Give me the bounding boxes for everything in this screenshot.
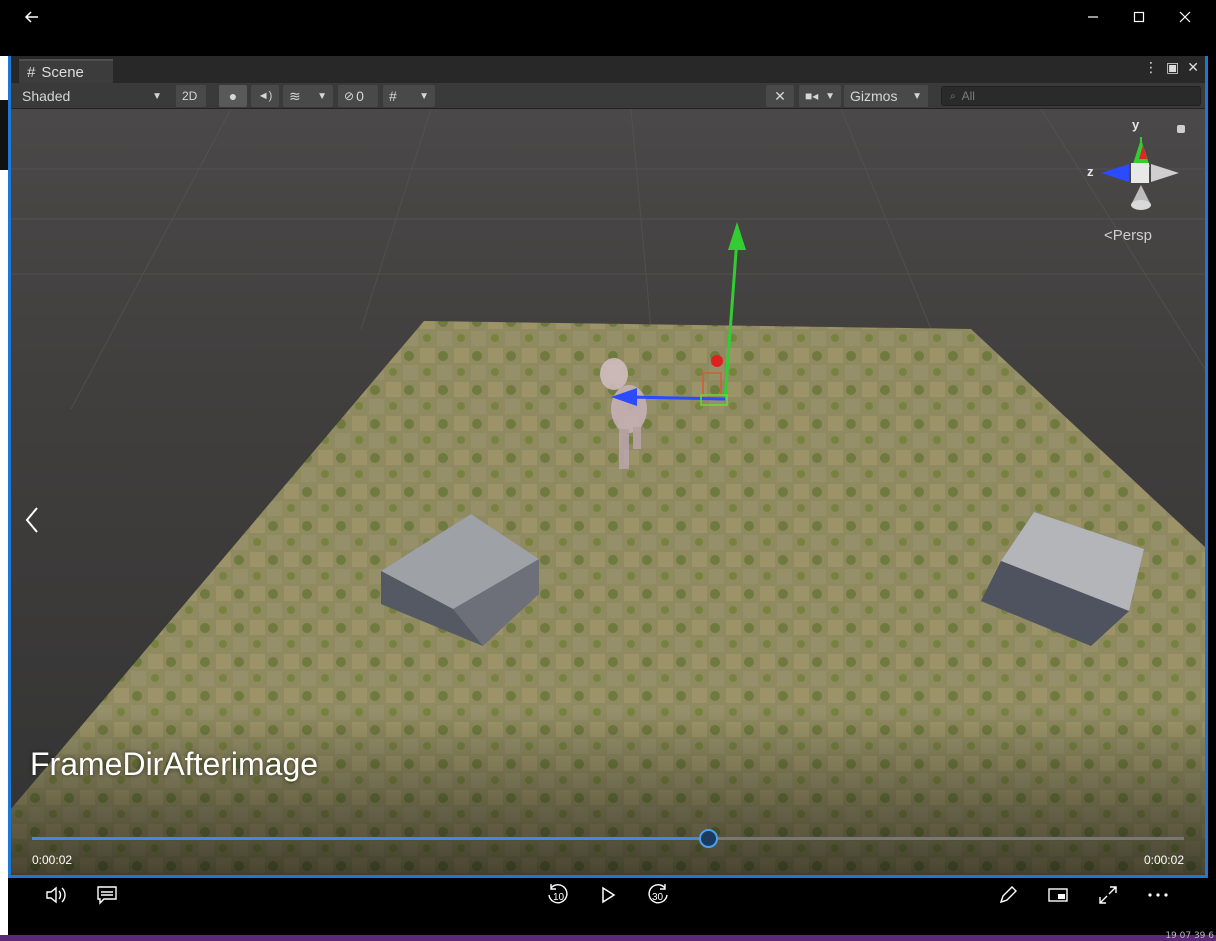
video-title: FrameDirAfterimage	[30, 746, 319, 782]
chevron-down-icon: ▼	[825, 90, 835, 102]
layers-icon: ≋	[289, 87, 301, 104]
shading-mode-dropdown: Shaded ▼	[16, 85, 168, 107]
projection-label-text: Persp	[1112, 227, 1152, 244]
shading-mode-label: Shaded	[22, 88, 71, 104]
hierarchy-search-field: ⌕ All	[941, 86, 1201, 106]
bulb-icon: ●	[228, 88, 238, 104]
close-icon	[1179, 11, 1191, 23]
chevron-down-icon: ▼	[912, 90, 922, 102]
search-placeholder: All	[961, 89, 975, 103]
captions-icon	[97, 885, 117, 905]
grid-icon: #	[27, 63, 36, 81]
gizmos-label: Gizmos	[850, 88, 898, 104]
volume-icon	[46, 886, 66, 903]
chevron-down-icon: ▼	[419, 90, 429, 102]
unity-tab-bar: # Scene ⋮ ▣ ✕	[11, 56, 1205, 83]
more-icon	[1148, 892, 1168, 897]
play-button[interactable]	[590, 878, 626, 911]
speaker-icon: ◄)	[257, 90, 273, 102]
lighting-toggle: ●	[219, 85, 247, 107]
taskbar-strip	[0, 935, 1216, 941]
background-window-edge	[0, 56, 8, 936]
expand-icon	[1099, 885, 1117, 904]
tools-icon: ✕	[774, 87, 786, 104]
maximize-icon	[1133, 11, 1145, 23]
playback-controls: 10 30	[8, 878, 1208, 911]
time-elapsed: 0:00:02	[32, 853, 73, 867]
captions-button[interactable]	[89, 878, 125, 911]
tab-actions: ⋮ ▣ ✕	[1144, 60, 1199, 76]
chevron-left-icon	[25, 507, 38, 533]
search-icon: ⌕	[950, 90, 956, 102]
seek-bar[interactable]	[32, 829, 1184, 848]
close-button[interactable]	[1162, 0, 1208, 34]
title-bar	[0, 0, 1216, 34]
pen-icon	[999, 885, 1017, 903]
seek-bar-progress	[32, 837, 710, 840]
play-icon	[602, 886, 616, 903]
chevron-down-icon: ▼	[317, 90, 327, 102]
edit-button[interactable]	[990, 878, 1026, 911]
video-surface[interactable]: # Scene ⋮ ▣ ✕ Shaded ▼ 2D ● ◄) ≋ ▼ ⊘ 0 #…	[8, 56, 1208, 878]
grid-icon: #	[389, 88, 397, 104]
volume-button[interactable]	[38, 878, 74, 911]
unity-scene-toolbar: Shaded ▼ 2D ● ◄) ≋ ▼ ⊘ 0 # ▼ ✕ ■◂ ▼ Gizm…	[11, 83, 1205, 109]
chevron-left-icon: <	[1104, 227, 1113, 244]
grid-toggle: # ▼	[383, 85, 435, 107]
skip-back-label: 10	[553, 892, 565, 903]
maximize-icon: ▣	[1166, 60, 1180, 76]
axis-y-label: y	[1132, 117, 1140, 132]
tab-scene: # Scene	[19, 59, 113, 83]
skip-forward-button[interactable]: 30	[640, 878, 676, 911]
tools-button: ✕	[766, 85, 794, 107]
minimize-icon	[1088, 16, 1098, 18]
more-icon: ⋮	[1144, 60, 1159, 76]
maximize-button[interactable]	[1116, 0, 1162, 34]
hidden-objects-toggle: ⊘ 0	[338, 85, 378, 107]
minimize-button[interactable]	[1070, 0, 1116, 34]
media-player-window: # Scene ⋮ ▣ ✕ Shaded ▼ 2D ● ◄) ≋ ▼ ⊘ 0 #…	[0, 0, 1216, 941]
hidden-count: 0	[356, 88, 364, 104]
chevron-down-icon: ▼	[152, 90, 162, 102]
more-options-button[interactable]	[1140, 878, 1176, 911]
camera-icon: ■◂	[805, 89, 819, 103]
skip-forward-label: 30	[652, 892, 664, 903]
skip-back-button[interactable]: 10	[540, 878, 576, 911]
camera-dropdown: ■◂ ▼	[799, 85, 841, 107]
toggle-2d: 2D	[176, 85, 206, 107]
close-icon: ✕	[1187, 60, 1199, 76]
orientation-gizmo	[1101, 125, 1185, 210]
projection-label: <Persp	[1104, 227, 1152, 244]
audio-toggle: ◄)	[251, 85, 279, 107]
previous-video-button[interactable]	[25, 506, 39, 538]
tab-scene-label: Scene	[41, 63, 84, 81]
mini-view-button[interactable]	[1040, 878, 1076, 911]
corner-clock-fragment: 19 07 39 6	[1165, 931, 1214, 941]
eye-slash-icon: ⊘	[344, 89, 355, 103]
mini-view-icon	[1048, 887, 1068, 902]
fullscreen-button[interactable]	[1090, 878, 1126, 911]
gizmos-dropdown: Gizmos ▼	[844, 85, 928, 107]
axis-z-label: z	[1087, 164, 1094, 179]
back-button[interactable]	[9, 0, 55, 34]
toggle-2d-label: 2D	[182, 89, 198, 103]
arrow-left-icon	[24, 11, 38, 23]
effects-toggle: ≋ ▼	[283, 85, 333, 107]
time-total: 0:00:02	[1143, 853, 1184, 867]
